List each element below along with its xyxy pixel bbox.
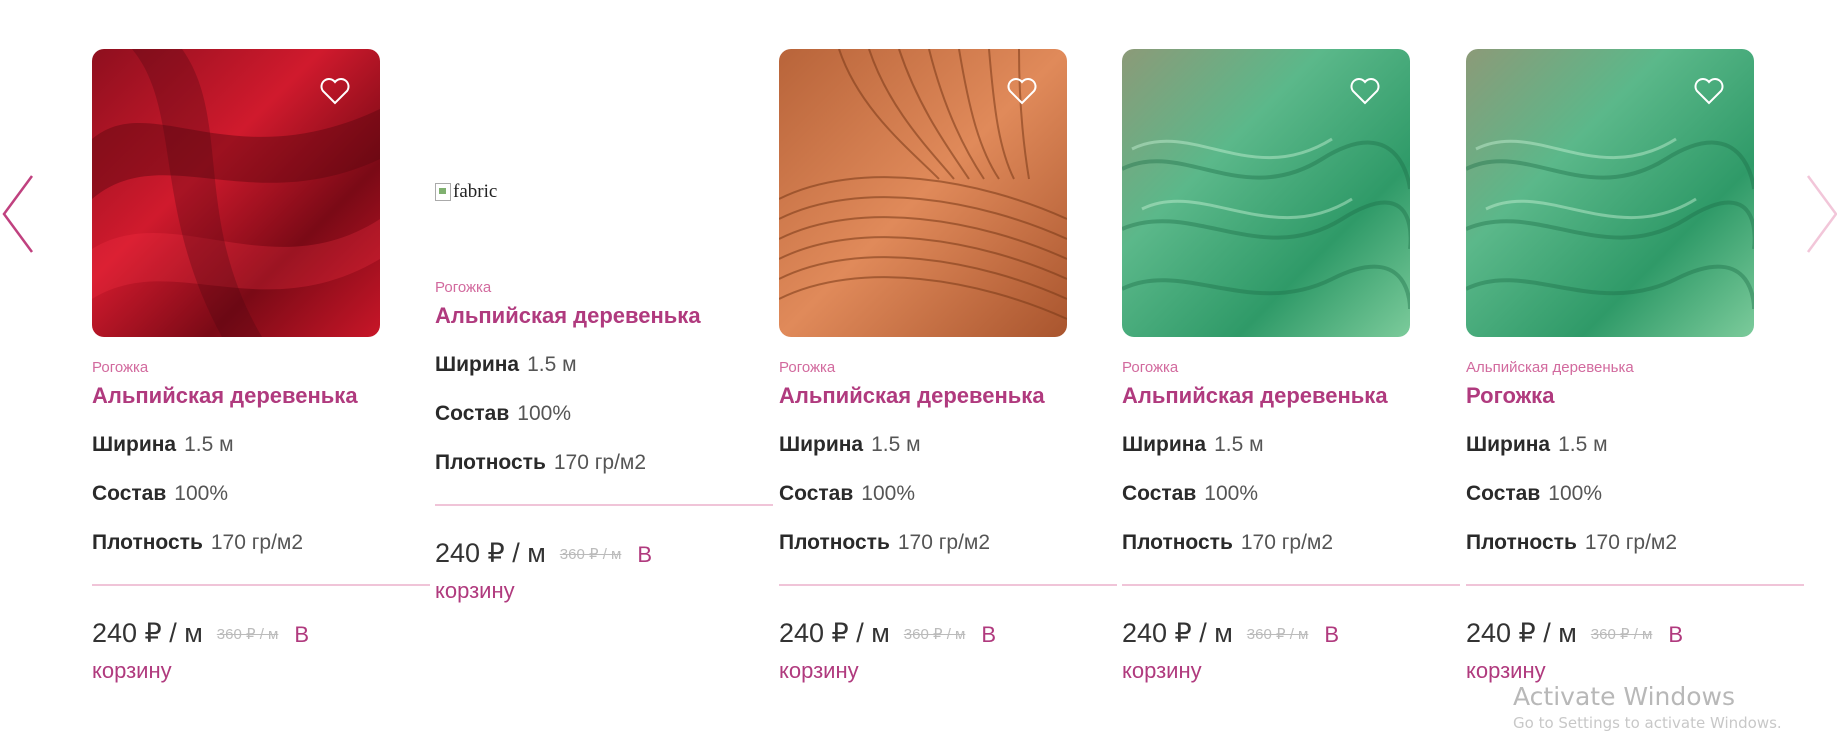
product-title[interactable]: Альпийская деревенька [1122, 383, 1462, 413]
price: 240 ₽ / м [435, 538, 546, 568]
price: 240 ₽ / м [1466, 618, 1577, 648]
prop-width: Ширина 1.5 м [92, 433, 234, 456]
divider [435, 504, 773, 506]
old-price: 360 ₽ / м [1590, 625, 1653, 643]
old-price: 360 ₽ / м [903, 625, 966, 643]
product-title[interactable]: Альпийская деревенька [435, 303, 775, 333]
favorite-button[interactable] [1350, 77, 1380, 105]
broken-image-icon: fabric [435, 181, 497, 203]
activate-windows-subtitle: Go to Settings to activate Windows. [1513, 714, 1782, 732]
prop-width: Ширина 1.5 м [435, 353, 577, 376]
price: 240 ₽ / м [1122, 618, 1233, 648]
prop-composition: Состав 100% [1466, 482, 1602, 505]
activate-windows-watermark: Activate Windows [1513, 682, 1735, 711]
product-category[interactable]: Рогожка [435, 279, 775, 297]
old-price: 360 ₽ / м [1246, 625, 1309, 643]
chevron-left-icon [2, 175, 34, 253]
heart-icon [320, 78, 350, 105]
prop-composition: Состав 100% [435, 402, 571, 425]
product-title[interactable]: Альпийская деревенька [92, 383, 432, 413]
carousel-prev-button[interactable] [0, 172, 40, 256]
old-price: 360 ₽ / м [216, 625, 279, 643]
prop-width: Ширина 1.5 м [1466, 433, 1608, 456]
product-card[interactable]: Рогожка Альпийская деревенька Ширина 1.5 … [1122, 49, 1462, 688]
prop-density: Плотность 170 гр/м2 [92, 531, 304, 554]
heart-icon [1007, 78, 1037, 105]
price: 240 ₽ / м [92, 618, 203, 648]
product-category[interactable]: Рогожка [779, 359, 1119, 377]
divider [92, 584, 430, 586]
favorite-button[interactable] [1694, 77, 1724, 105]
product-image[interactable] [92, 49, 380, 337]
product-image[interactable] [1122, 49, 1410, 337]
product-card[interactable]: Альпийская деревенька Рогожка Ширина 1.5 … [1466, 49, 1806, 688]
heart-icon [1694, 78, 1724, 105]
favorite-button[interactable] [1007, 77, 1037, 105]
old-price: 360 ₽ / м [559, 545, 622, 563]
product-title[interactable]: Альпийская деревенька [779, 383, 1119, 413]
heart-icon [1350, 78, 1380, 105]
product-category[interactable]: Рогожка [1122, 359, 1462, 377]
product-category[interactable]: Альпийская деревенька [1466, 359, 1806, 377]
prop-composition: Состав 100% [779, 482, 915, 505]
product-card[interactable]: Рогожка Альпийская деревенька Ширина 1.5 … [92, 49, 432, 688]
prop-composition: Состав 100% [1122, 482, 1258, 505]
product-category[interactable]: Рогожка [92, 359, 432, 377]
divider [779, 584, 1117, 586]
product-card[interactable]: fabric Рогожка Альпийская деревенька Шир… [435, 49, 775, 608]
product-image[interactable] [779, 49, 1067, 337]
favorite-button[interactable] [320, 77, 350, 105]
prop-density: Плотность 170 гр/м2 [1122, 531, 1334, 554]
prop-density: Плотность 170 гр/м2 [1466, 531, 1678, 554]
divider [1466, 584, 1804, 586]
prop-composition: Состав 100% [92, 482, 228, 505]
prop-density: Плотность 170 гр/м2 [779, 531, 991, 554]
product-image[interactable]: fabric [435, 49, 775, 279]
product-card[interactable]: Рогожка Альпийская деревенька Ширина 1.5 … [779, 49, 1119, 688]
divider [1122, 584, 1460, 586]
product-image[interactable] [1466, 49, 1754, 337]
product-title[interactable]: Рогожка [1466, 383, 1806, 413]
prop-width: Ширина 1.5 м [779, 433, 921, 456]
prop-density: Плотность 170 гр/м2 [435, 451, 647, 474]
price: 240 ₽ / м [779, 618, 890, 648]
prop-width: Ширина 1.5 м [1122, 433, 1264, 456]
